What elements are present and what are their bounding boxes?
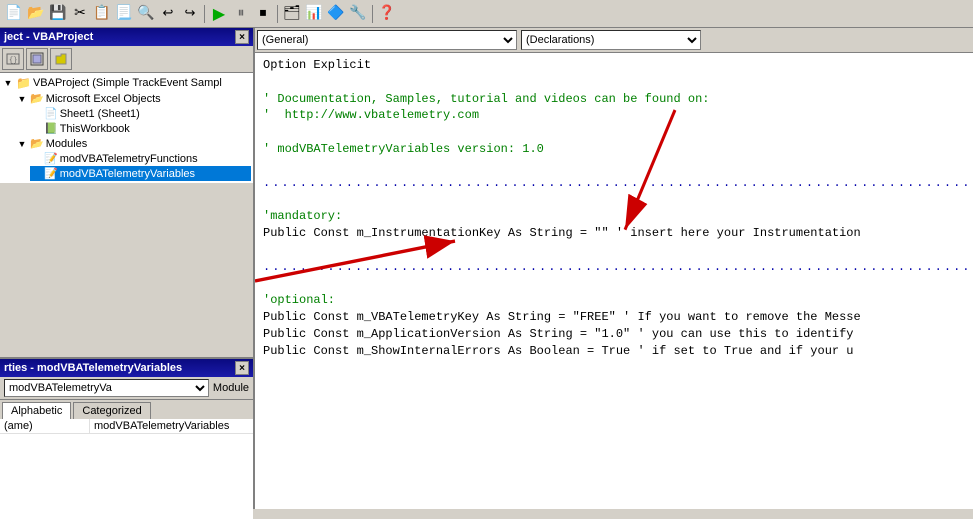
properties-header: modVBATelemetryVa Module <box>0 377 253 400</box>
project-explorer-title: ject - VBAProject <box>4 31 93 43</box>
main-toolbar: 📄 📂 💾 ✂ 📋 📃 🔍 ↩ ↪ ▶ ⏸ ⏹ 🗂 📊 🔷 🔧 ❓ <box>0 0 973 28</box>
save-icon[interactable]: 💾 <box>48 4 68 24</box>
modules-icon: 📂 <box>30 137 44 150</box>
tree-item-excel-objects[interactable]: ▼ 📂 Microsoft Excel Objects <box>16 91 251 106</box>
code-line-0: Option Explicit <box>263 57 965 74</box>
run-icon[interactable]: ▶ <box>209 4 229 24</box>
properties-close[interactable]: × <box>235 361 249 375</box>
toggle-folders-btn[interactable] <box>50 48 72 70</box>
new-icon[interactable]: 📄 <box>4 4 24 24</box>
properties-object-dropdown[interactable]: modVBATelemetryVa <box>4 379 209 397</box>
toolbox-icon[interactable]: 🔧 <box>348 4 368 24</box>
thisworkbook-label: ThisWorkbook <box>60 123 130 135</box>
arrow-vbaproject: ▼ <box>2 77 14 89</box>
tree-item-vbaproject[interactable]: ▼ 📁 VBAProject (Simple TrackEvent Sampl <box>2 75 251 91</box>
sep3 <box>372 5 373 23</box>
project-explorer-close[interactable]: × <box>235 30 249 44</box>
prop-row-name: (ame) modVBATelemetryVariables <box>0 419 253 434</box>
left-panel: ject - VBAProject × {} <box>0 28 255 509</box>
arrow-excel-objects: ▼ <box>16 93 28 105</box>
tree-item-modvariables[interactable]: ▶ 📝 modVBATelemetryVariables <box>30 166 251 181</box>
sheet1-label: Sheet1 (Sheet1) <box>60 108 140 120</box>
properties-content: (ame) modVBATelemetryVariables <box>0 419 253 519</box>
open-icon[interactable]: 📂 <box>26 4 46 24</box>
code-line-15: Public Const m_VBATelemetryKey As String… <box>263 309 965 326</box>
properties-titlebar: rties - modVBATelemetryVariables × <box>0 359 253 377</box>
stop-icon[interactable]: ⏹ <box>253 4 273 24</box>
code-line-2: ' Documentation, Samples, tutorial and v… <box>263 91 965 108</box>
code-line-4 <box>263 124 965 141</box>
find-icon[interactable]: 🔍 <box>136 4 156 24</box>
properties-title: rties - modVBATelemetryVariables <box>4 362 182 374</box>
copy-icon[interactable]: 📋 <box>92 4 112 24</box>
project-explorer: ject - VBAProject × {} <box>0 28 253 359</box>
tree-item-modules[interactable]: ▼ 📂 Modules <box>16 136 251 151</box>
modfunctions-icon: 📝 <box>44 152 58 165</box>
code-line-13 <box>263 275 965 292</box>
vbaproject-icon: 📁 <box>16 76 31 90</box>
projectexplorer-icon[interactable]: 🗂 <box>282 4 302 24</box>
view-object-btn[interactable] <box>26 48 48 70</box>
modules-label: Modules <box>46 138 88 150</box>
modvariables-icon: 📝 <box>44 167 58 180</box>
code-panel: (General) (Declarations) <box>255 28 973 509</box>
sep2 <box>277 5 278 23</box>
code-toolbar: (General) (Declarations) <box>255 28 973 53</box>
code-line-5: ' modVBATelemetryVariables version: 1.0 <box>263 141 965 158</box>
app-container: 📄 📂 💾 ✂ 📋 📃 🔍 ↩ ↪ ▶ ⏸ ⏹ 🗂 📊 🔷 🔧 ❓ ject -… <box>0 0 973 509</box>
pause-icon[interactable]: ⏸ <box>231 4 251 24</box>
prop-name-value: modVBATelemetryVariables <box>90 419 233 433</box>
view-code-btn[interactable]: {} <box>2 48 24 70</box>
tree-item-thisworkbook[interactable]: ▶ 📗 ThisWorkbook <box>30 121 251 136</box>
code-line-17: Public Const m_ShowInternalErrors As Boo… <box>263 343 965 360</box>
tab-categorized[interactable]: Categorized <box>73 402 150 419</box>
project-explorer-titlebar: ject - VBAProject × <box>0 28 253 46</box>
properties-panel: rties - modVBATelemetryVariables × modVB… <box>0 359 253 509</box>
arrow-modules: ▼ <box>16 138 28 150</box>
properties-icon[interactable]: 📊 <box>304 4 324 24</box>
cut-icon[interactable]: ✂ <box>70 4 90 24</box>
sep1 <box>204 5 205 23</box>
excel-objects-icon: 📂 <box>30 92 44 105</box>
code-line-3: ' http://www.vbatelemetry.com <box>263 107 965 124</box>
code-line-8 <box>263 191 965 208</box>
tab-alphabetic[interactable]: Alphabetic <box>2 402 71 419</box>
prop-name-label: (ame) <box>0 419 90 433</box>
code-line-7: ........................................… <box>263 175 965 192</box>
modvariables-label: modVBATelemetryVariables <box>60 168 195 180</box>
thisworkbook-icon: 📗 <box>44 122 58 135</box>
code-line-12: ........................................… <box>263 259 965 276</box>
vbaproject-label: VBAProject (Simple TrackEvent Sampl <box>33 77 222 89</box>
code-line-9: 'mandatory: <box>263 208 965 225</box>
code-line-6 <box>263 158 965 175</box>
modfunctions-label: modVBATelemetryFunctions <box>60 153 198 165</box>
explorer-toolbar: {} <box>0 46 253 73</box>
properties-object-type: Module <box>213 382 249 394</box>
code-line-1 <box>263 74 965 91</box>
code-object-dropdown[interactable]: (General) <box>257 30 517 50</box>
code-proc-dropdown[interactable]: (Declarations) <box>521 30 701 50</box>
main-layout: ject - VBAProject × {} <box>0 28 973 509</box>
tree-item-sheet1[interactable]: ▶ 📄 Sheet1 (Sheet1) <box>30 106 251 121</box>
svg-text:{}: {} <box>9 57 17 65</box>
code-line-10: Public Const m_InstrumentationKey As Str… <box>263 225 965 242</box>
project-tree: ▼ 📁 VBAProject (Simple TrackEvent Sampl … <box>0 73 253 183</box>
tree-item-modfunctions[interactable]: ▶ 📝 modVBATelemetryFunctions <box>30 151 251 166</box>
redo-icon[interactable]: ↪ <box>180 4 200 24</box>
code-line-16: Public Const m_ApplicationVersion As Str… <box>263 326 965 343</box>
help-icon[interactable]: ❓ <box>377 4 397 24</box>
properties-tabs: Alphabetic Categorized <box>0 400 253 419</box>
undo-icon[interactable]: ↩ <box>158 4 178 24</box>
objectbrowser-icon[interactable]: 🔷 <box>326 4 346 24</box>
excel-objects-label: Microsoft Excel Objects <box>46 93 161 105</box>
sheet1-icon: 📄 <box>44 107 58 120</box>
code-editor[interactable]: Option Explicit ' Documentation, Samples… <box>255 53 973 509</box>
code-line-11 <box>263 242 965 259</box>
code-line-14: 'optional: <box>263 292 965 309</box>
paste-icon[interactable]: 📃 <box>114 4 134 24</box>
